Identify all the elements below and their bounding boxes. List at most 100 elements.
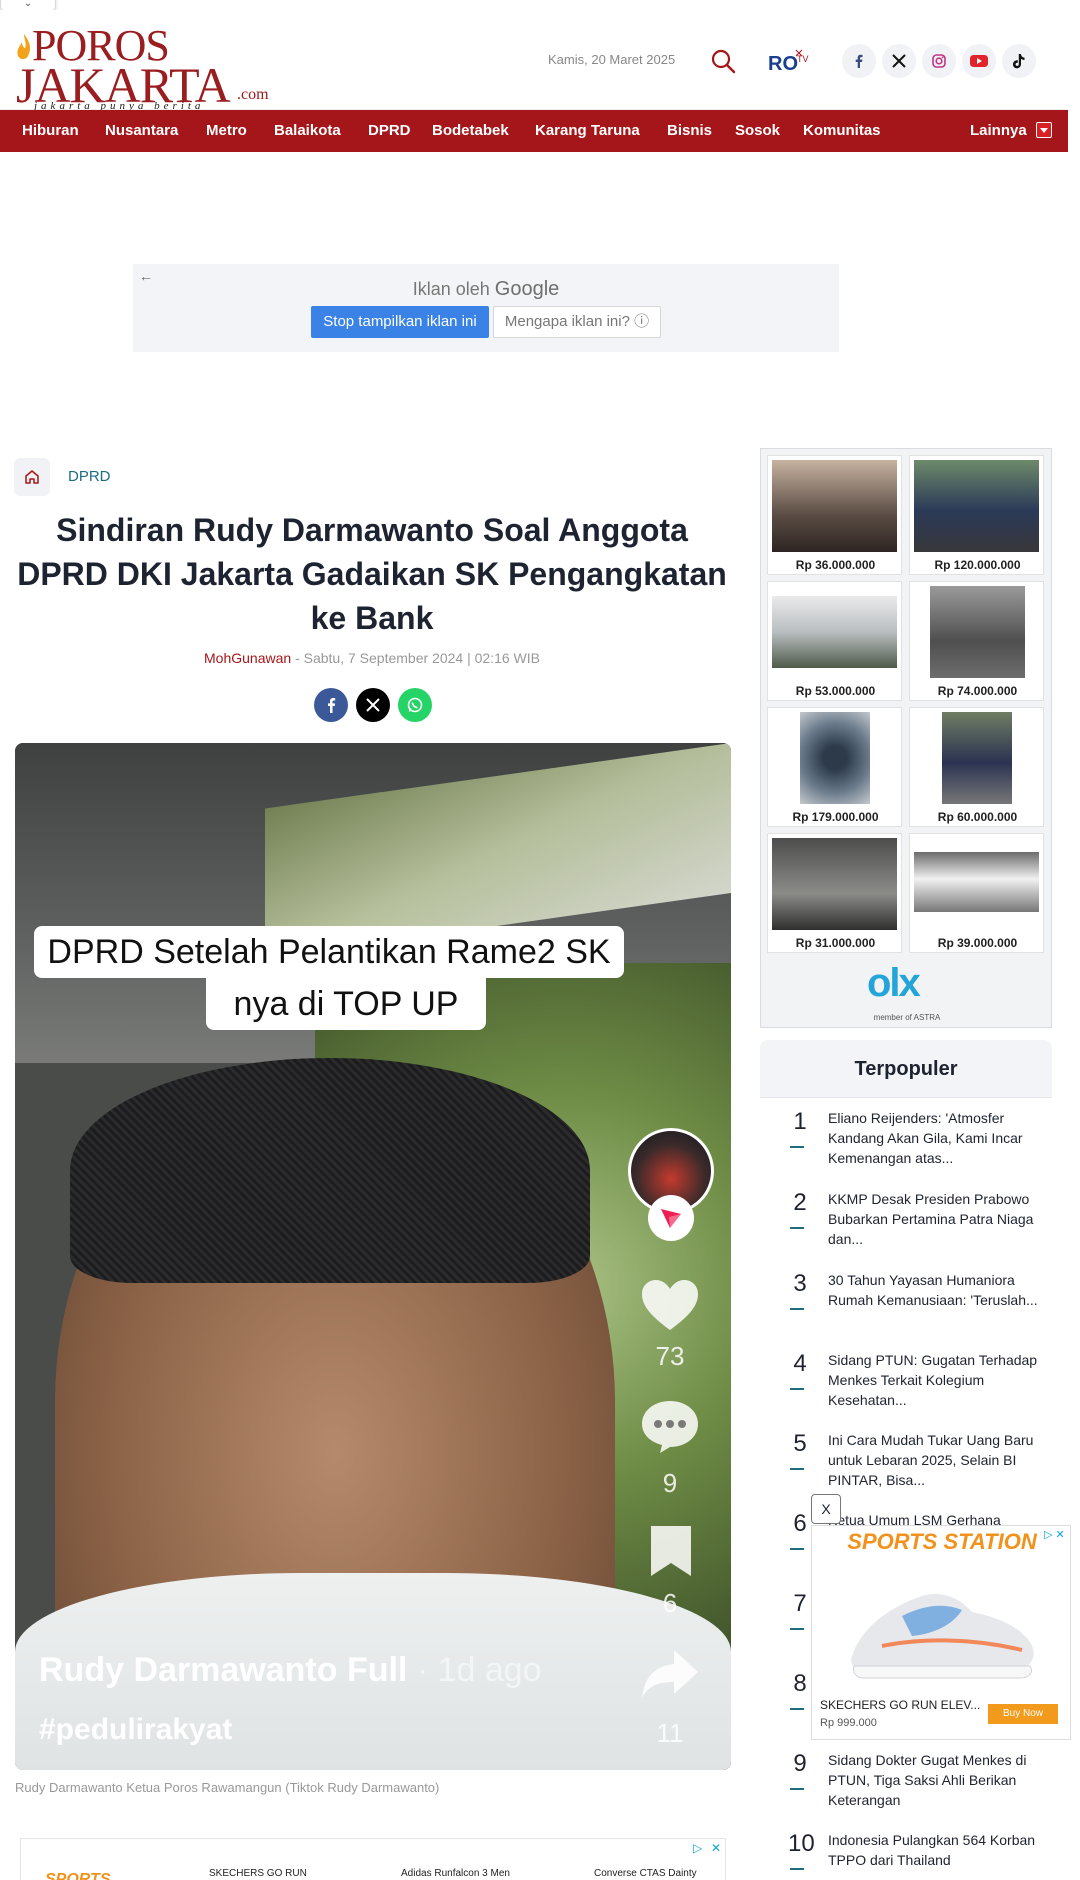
car-listing[interactable]: Rp 39.000.000	[909, 833, 1044, 953]
car-photo	[930, 586, 1025, 678]
ad-spacer	[0, 152, 1068, 252]
video-hashtag[interactable]: #pedulirakyat	[39, 1713, 232, 1747]
nav-item-komunitas[interactable]: Komunitas	[803, 110, 881, 152]
car-photo	[772, 838, 897, 930]
bottom-ad-product-3[interactable]: Converse CTAS Dainty	[594, 1868, 697, 1879]
tv-icon: RO TV	[768, 49, 809, 75]
share-x-button[interactable]	[356, 688, 390, 722]
popular-item[interactable]: 9 Sidang Dokter Gugat Menkes di PTUN, Tig…	[760, 1750, 1052, 1830]
nav-item-dprd[interactable]: DPRD	[368, 110, 411, 152]
buy-now-button[interactable]: Buy Now	[988, 1704, 1058, 1724]
car-price: Rp 74.000.000	[937, 684, 1018, 698]
popular-item[interactable]: 1 Eliano Reijenders: 'Atmosfer Kandang Ak…	[760, 1108, 1052, 1188]
send-icon	[661, 1209, 681, 1228]
car-price: Rp 36.000.000	[795, 558, 876, 572]
bottom-ad-product-2[interactable]: Adidas Runfalcon 3 Men	[401, 1868, 510, 1879]
popular-rank: 5	[793, 1430, 807, 1457]
olx-logo: olx	[867, 961, 921, 1005]
popular-title[interactable]: KKMP Desak Presiden Prabowo Bubarkan Per…	[828, 1189, 1040, 1249]
logo-dotcom: .com	[237, 86, 269, 103]
popular-title[interactable]: Eliano Reijenders: 'Atmosfer Kandang Aka…	[828, 1108, 1040, 1168]
share-whatsapp-button[interactable]	[398, 688, 432, 722]
popular-widget: Terpopuler 1 Eliano Reijenders: 'Atmosfer…	[760, 1040, 1052, 1880]
car-listing[interactable]: Rp 120.000.000	[909, 455, 1044, 575]
nav-item-metro[interactable]: Metro	[206, 110, 247, 152]
popular-title[interactable]: Ini Cara Mudah Tukar Uang Baru untuk Leb…	[828, 1430, 1040, 1490]
likes-count: 73	[655, 1341, 685, 1371]
car-photo	[772, 596, 897, 668]
bookmark-icon[interactable]	[648, 1523, 694, 1579]
nav-item-hiburan[interactable]: Hiburan	[22, 110, 79, 152]
tiktok-icon[interactable]	[1002, 44, 1036, 78]
x-twitter-icon	[366, 698, 380, 712]
nav-item-lainnya[interactable]: Lainnya	[970, 110, 1027, 152]
heart-icon[interactable]	[640, 1278, 700, 1333]
nav-item-bodetabek[interactable]: Bodetabek	[432, 110, 509, 152]
whatsapp-icon	[407, 697, 423, 713]
car-listing[interactable]: Rp 74.000.000	[909, 581, 1044, 701]
car-listing[interactable]: Rp 60.000.000	[909, 707, 1044, 827]
car-listing[interactable]: Rp 53.000.000	[767, 581, 902, 701]
stop-ad-button[interactable]: Stop tampilkan iklan ini	[311, 306, 489, 338]
adchoices-icon[interactable]: ▷	[693, 1841, 702, 1855]
popular-item[interactable]: 3 30 Tahun Yayasan Humaniora Rumah Kemanu…	[760, 1270, 1052, 1350]
video-caption-line1: DPRD Setelah Pelantikan Rame2 SK	[34, 926, 624, 978]
car-listing[interactable]: Rp 179.000.000	[767, 707, 902, 827]
chevron-down-icon[interactable]	[1036, 122, 1052, 138]
close-icon[interactable]: ✕	[711, 1841, 721, 1855]
bottom-ad-banner[interactable]: ▷ ✕ SPORTS SKECHERS GO RUN Adidas Runfal…	[20, 1838, 726, 1880]
ro-tv-logo[interactable]: RO TV	[766, 46, 814, 76]
bottom-ad-product-1[interactable]: SKECHERS GO RUN	[209, 1868, 307, 1879]
popular-item[interactable]: 2 KKMP Desak Presiden Prabowo Bubarkan Pe…	[760, 1189, 1052, 1269]
nav-item-nusantara[interactable]: Nusantara	[105, 110, 178, 152]
breadcrumb-category[interactable]: DPRD	[68, 468, 111, 485]
share-facebook-button[interactable]	[314, 688, 348, 722]
search-icon[interactable]	[710, 48, 736, 74]
popular-rank: 6	[793, 1510, 807, 1537]
olx-member: member of ASTRA	[873, 1013, 941, 1022]
popular-title[interactable]: Sidang PTUN: Gugatan Terhadap Menkes Ter…	[828, 1350, 1040, 1410]
video-ago: · 1d ago	[407, 1651, 542, 1689]
article-date: - Sabtu, 7 September 2024 | 02:16 WIB	[295, 650, 540, 666]
tiktok-video-embed[interactable]: DPRD Setelah Pelantikan Rame2 SK nya di …	[15, 743, 731, 1770]
nav-item-sosok[interactable]: Sosok	[735, 110, 780, 152]
comments-count: 9	[662, 1468, 678, 1498]
car-photo	[914, 852, 1039, 912]
x-twitter-icon[interactable]	[882, 44, 916, 78]
popular-item[interactable]: 5 Ini Cara Mudah Tukar Uang Baru untuk Le…	[760, 1430, 1052, 1510]
svg-text:TV: TV	[797, 54, 809, 64]
nav-item-balaikota[interactable]: Balaikota	[274, 110, 341, 152]
image-caption: Rudy Darmawanto Ketua Poros Rawamangun (…	[15, 1780, 440, 1795]
floating-shoe-ad[interactable]: ▷ ✕ SPORTS STATION SKECHERS GO RUN ELEV.…	[811, 1525, 1071, 1740]
ad-by-google: Iklan oleh Google	[133, 278, 839, 301]
nav-item-karang-taruna[interactable]: Karang Taruna	[535, 110, 640, 152]
facebook-icon[interactable]	[842, 44, 876, 78]
share-icon[interactable]	[640, 1648, 700, 1700]
car-listing[interactable]: Rp 36.000.000	[767, 455, 902, 575]
popular-item[interactable]: 4 Sidang PTUN: Gugatan Terhadap Menkes Te…	[760, 1350, 1052, 1430]
comment-icon[interactable]	[640, 1398, 700, 1454]
instagram-icon[interactable]	[922, 44, 956, 78]
why-ad-button[interactable]: Mengapa iklan ini? ⓘ	[493, 306, 661, 338]
car-listing[interactable]: Rp 31.000.000	[767, 833, 902, 953]
popular-item[interactable]: 10 Indonesia Pulangkan 564 Korban TPPO da…	[760, 1830, 1052, 1880]
follow-button[interactable]	[648, 1195, 694, 1241]
olx-ad-panel[interactable]: Rp 36.000.000 Rp 120.000.000 Rp 53.000.0…	[760, 448, 1052, 1028]
site-logo[interactable]: POROS JAKARTA .com jakarta punya berita	[16, 22, 269, 113]
popular-title[interactable]: 30 Tahun Yayasan Humaniora Rumah Kemanus…	[828, 1270, 1040, 1310]
car-price: Rp 120.000.000	[934, 558, 1021, 572]
popular-rank: 8	[793, 1670, 807, 1697]
float-ad-product: SKECHERS GO RUN ELEV...	[820, 1698, 981, 1712]
popular-title[interactable]: Sidang Dokter Gugat Menkes di PTUN, Tiga…	[828, 1750, 1040, 1810]
youtube-icon[interactable]	[962, 44, 996, 78]
car-photo	[914, 460, 1039, 552]
popular-title[interactable]: Indonesia Pulangkan 564 Korban TPPO dari…	[828, 1830, 1040, 1870]
car-price: Rp 179.000.000	[792, 810, 879, 824]
car-photo	[772, 460, 897, 552]
nav-item-bisnis[interactable]: Bisnis	[667, 110, 712, 152]
home-breadcrumb[interactable]	[14, 458, 50, 496]
popular-rank: 3	[793, 1270, 807, 1297]
article-author[interactable]: MohGunawan	[204, 650, 291, 666]
close-ad-button[interactable]: X	[811, 1494, 841, 1524]
video-username[interactable]: Rudy Darmawanto Full · 1d ago	[39, 1651, 542, 1690]
